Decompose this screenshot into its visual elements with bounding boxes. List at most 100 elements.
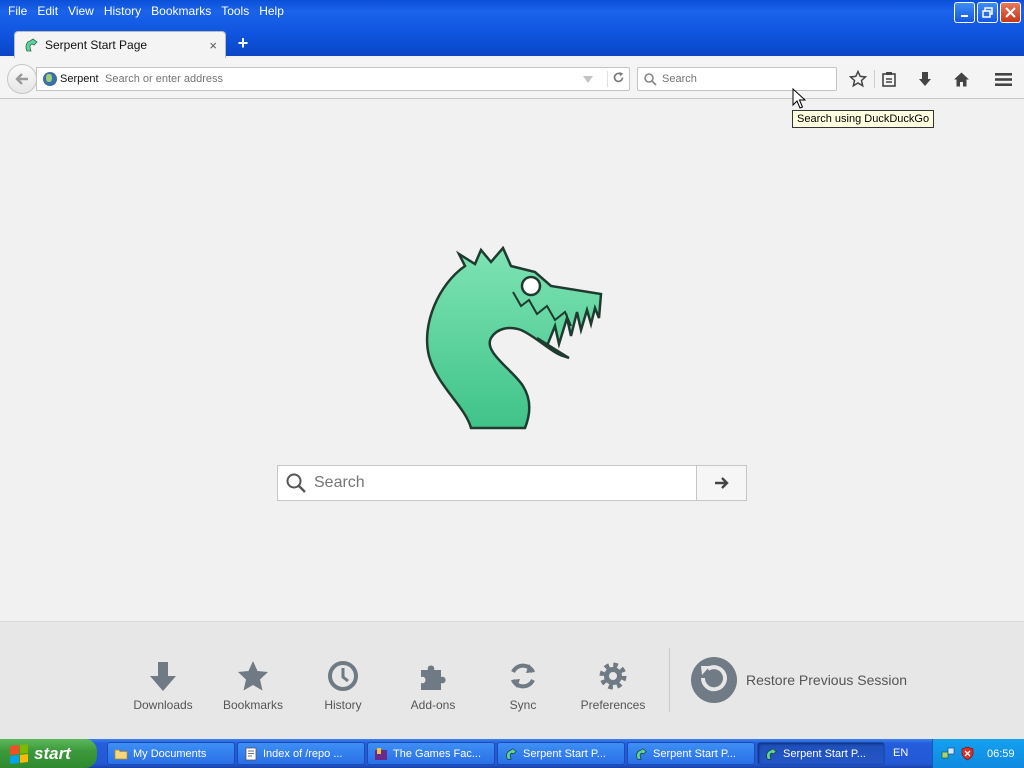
site-identity-label: Serpent <box>60 73 99 85</box>
star-icon <box>238 661 268 691</box>
taskbar-item-index-repo[interactable]: Index of /repo ... <box>237 742 365 765</box>
launcher-addons[interactable]: Add-ons <box>393 652 473 712</box>
taskbar-item-label: My Documents <box>133 747 207 760</box>
main-search-box[interactable] <box>277 465 697 501</box>
clipboard-icon <box>882 72 896 87</box>
menu-help[interactable]: Help <box>254 0 289 22</box>
window-controls <box>954 2 1021 23</box>
site-identity[interactable]: Serpent <box>37 72 99 86</box>
close-icon <box>1005 7 1016 18</box>
bookmark-star-button[interactable] <box>847 68 869 90</box>
tab-serpent-start-page[interactable]: Serpent Start Page × <box>14 31 226 58</box>
restore-session-icon <box>691 657 737 703</box>
taskbar-item-my-documents[interactable]: My Documents <box>107 742 235 765</box>
mouse-cursor-icon <box>792 88 806 109</box>
downloads-button[interactable] <box>914 68 936 90</box>
menu-history[interactable]: History <box>99 0 146 22</box>
security-shield-icon[interactable] <box>960 746 975 761</box>
menu-view[interactable]: View <box>63 0 99 22</box>
main-search-input[interactable] <box>314 474 694 492</box>
serpent-favicon-icon <box>636 747 647 760</box>
minimize-button[interactable] <box>954 2 975 23</box>
folder-icon <box>114 749 128 759</box>
menu-bar: File Edit View History Bookmarks Tools H… <box>0 0 289 22</box>
taskbar-item-serpent-1[interactable]: Serpent Start P... <box>497 742 625 765</box>
minimize-icon <box>960 14 968 17</box>
back-button[interactable] <box>7 64 37 94</box>
globe-icon <box>43 72 57 86</box>
menu-tools[interactable]: Tools <box>216 0 254 22</box>
serpent-favicon-icon <box>506 747 517 760</box>
serpent-favicon-icon <box>25 38 38 52</box>
download-arrow-icon <box>150 662 176 691</box>
back-arrow-icon <box>15 73 28 85</box>
taskbar-item-label: Serpent Start P... <box>523 747 606 760</box>
toolbar-separator <box>874 70 875 88</box>
clock-icon <box>328 661 358 691</box>
launcher-bookmarks[interactable]: Bookmarks <box>213 652 293 712</box>
url-bar[interactable]: Serpent <box>36 67 630 91</box>
launcher-history[interactable]: History <box>303 652 383 712</box>
taskbar-item-serpent-3[interactable]: Serpent Start P... <box>757 742 885 765</box>
menu-edit[interactable]: Edit <box>32 0 63 22</box>
reload-button[interactable] <box>607 71 629 87</box>
gear-icon <box>599 662 627 690</box>
star-icon <box>849 70 867 88</box>
taskbar-item-label: The Games Fac... <box>393 747 482 760</box>
menu-bookmarks[interactable]: Bookmarks <box>146 0 216 22</box>
launcher-history-label: History <box>324 698 362 712</box>
serpent-logo <box>425 246 603 430</box>
launcher-divider <box>669 648 670 712</box>
launcher-sync-label: Sync <box>509 698 537 712</box>
search-go-button[interactable] <box>697 465 747 501</box>
download-arrow-icon <box>919 72 931 86</box>
taskbar-item-serpent-2[interactable]: Serpent Start P... <box>627 742 755 765</box>
search-icon <box>286 473 306 493</box>
puzzle-piece-icon <box>421 665 446 690</box>
restore-session-button[interactable]: Restore Previous Session <box>690 656 907 704</box>
launcher-downloads[interactable]: Downloads <box>123 652 203 712</box>
arrow-right-icon <box>714 477 729 489</box>
restore-button[interactable] <box>977 2 998 23</box>
network-tray-icon[interactable] <box>941 746 956 761</box>
search-tooltip: Search using DuckDuckGo <box>792 110 935 128</box>
taskbar-item-games-factory[interactable]: The Games Fac... <box>367 742 495 765</box>
home-button[interactable] <box>950 68 972 90</box>
document-icon <box>245 747 257 760</box>
games-factory-icon <box>375 747 387 760</box>
start-button[interactable]: start <box>0 739 97 768</box>
close-window-button[interactable] <box>1000 2 1021 23</box>
history-dropdown-icon[interactable] <box>583 75 593 83</box>
taskbar-item-label: Index of /repo ... <box>263 747 343 760</box>
hamburger-menu-icon <box>994 72 1012 86</box>
restore-window-icon <box>981 6 993 18</box>
restore-session-label: Restore Previous Session <box>746 672 908 688</box>
launcher-sync[interactable]: Sync <box>483 652 563 712</box>
system-tray: 06:59 <box>932 739 1024 768</box>
serpent-favicon-icon <box>766 747 777 760</box>
launcher-bookmarks-label: Bookmarks <box>222 698 284 712</box>
navigation-toolbar: Serpent <box>0 58 1024 99</box>
new-tab-button[interactable]: + <box>234 33 252 53</box>
toolbar-search-box[interactable] <box>637 67 837 91</box>
clock: 06:59 <box>987 747 1015 760</box>
start-label: start <box>34 743 71 763</box>
taskbar-item-label: Serpent Start P... <box>653 747 736 760</box>
main-menu-button[interactable] <box>992 68 1014 90</box>
taskbar: start My Documents Index of /repo ... Th… <box>0 739 1024 768</box>
main-search <box>277 465 747 501</box>
tab-title: Serpent Start Page <box>45 38 148 52</box>
tab-close-button[interactable]: × <box>209 38 217 53</box>
launcher-bar: Downloads Bookmarks History Add-ons Sync… <box>0 621 1024 739</box>
sync-icon <box>511 663 535 689</box>
launcher-preferences[interactable]: Preferences <box>573 652 653 712</box>
language-indicator[interactable]: EN <box>893 739 908 768</box>
toolbar-search-input[interactable] <box>662 73 822 85</box>
launcher-addons-label: Add-ons <box>410 698 456 712</box>
taskbar-item-label: Serpent Start P... <box>783 747 866 760</box>
launcher-preferences-label: Preferences <box>580 698 646 712</box>
bookmarks-menu-button[interactable] <box>878 68 900 90</box>
address-input[interactable] <box>99 73 583 85</box>
menu-file[interactable]: File <box>3 0 32 22</box>
windows-flag-icon <box>10 743 28 764</box>
